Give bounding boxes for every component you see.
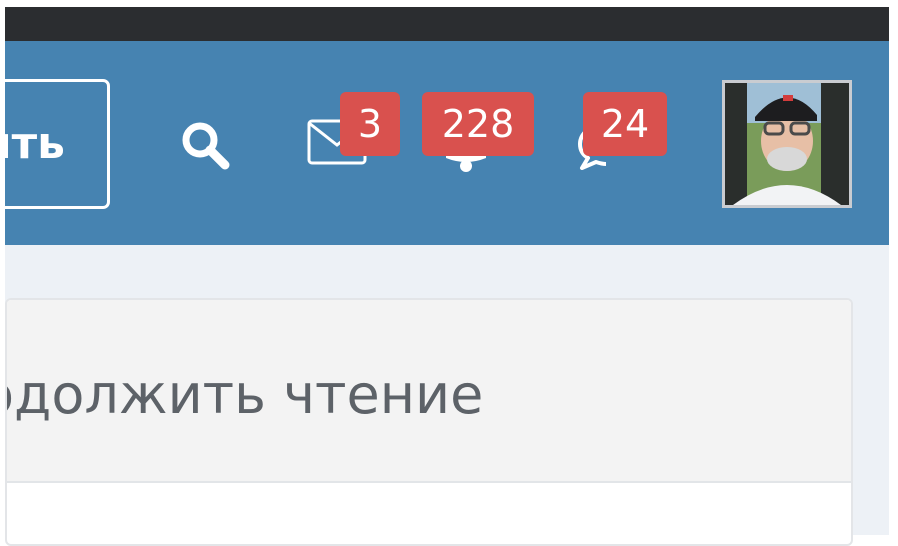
chat-count-badge[interactable]: 24 [583,92,667,156]
avatar-photo [725,83,849,205]
continue-reading-card: одолжить чтение [5,298,853,546]
notifications-count-badge[interactable]: 228 [422,92,534,156]
card-header: одолжить чтение [7,300,851,483]
header-action-button-label: ить [0,118,65,169]
user-avatar[interactable] [722,80,852,208]
browser-top-strip [5,7,889,43]
messages-count-badge[interactable]: 3 [340,92,400,156]
header-action-button[interactable]: ить [0,79,110,209]
card-title: одолжить чтение [5,363,484,426]
search-icon[interactable] [178,118,232,172]
